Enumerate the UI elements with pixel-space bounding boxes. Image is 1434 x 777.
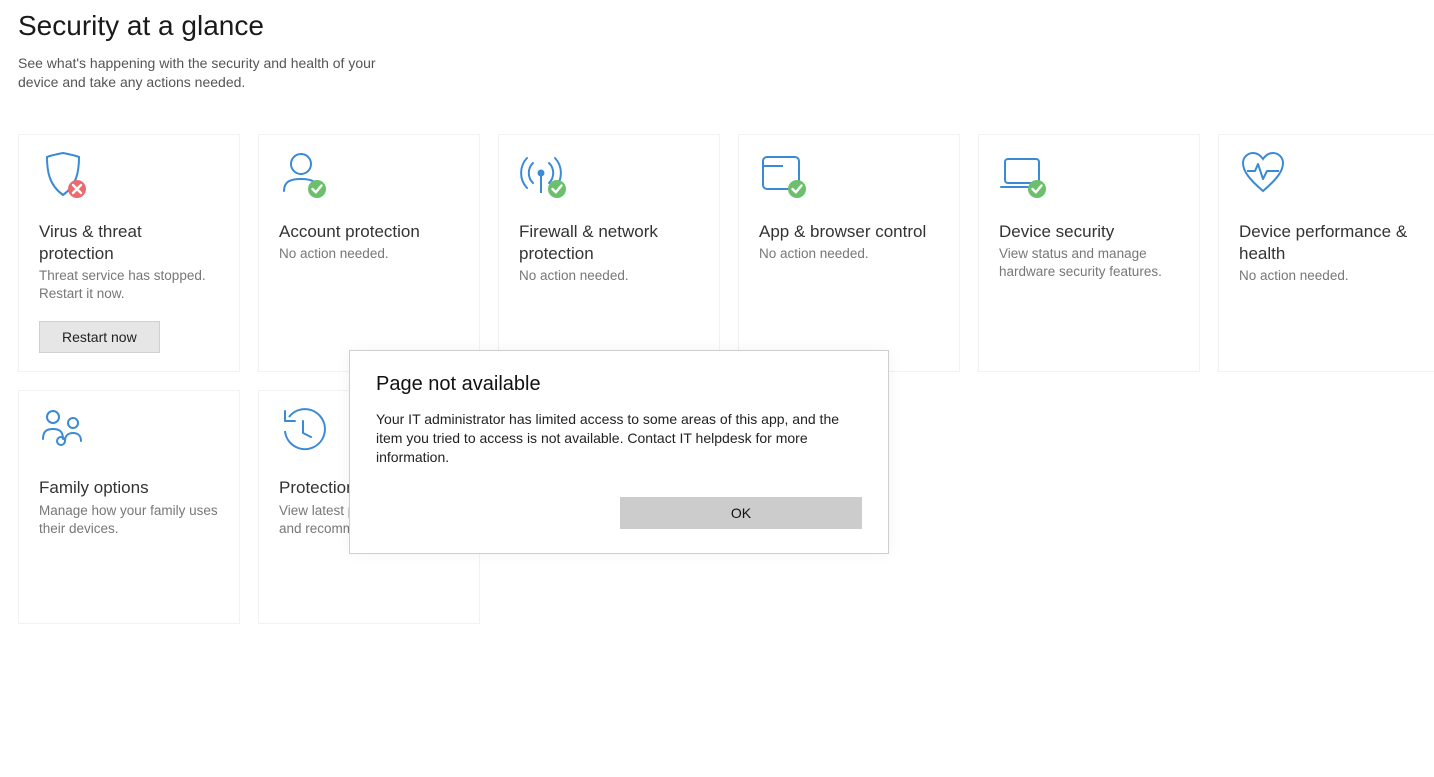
ok-button[interactable]: OK [620,497,862,529]
page-subtitle: See what's happening with the security a… [18,54,398,92]
restart-now-button[interactable]: Restart now [39,321,160,353]
card-title: Firewall & network protection [519,221,699,265]
card-desc: Manage how your family uses their device… [39,502,219,538]
card-title: Device security [999,221,1179,243]
card-title: Family options [39,477,219,499]
account-icon [279,153,339,201]
card-virus-threat[interactable]: Virus & threat protection Threat service… [18,134,240,373]
laptop-icon [999,153,1059,201]
card-desc: No action needed. [279,245,459,263]
card-device-performance[interactable]: Device performance & health No action ne… [1218,134,1434,373]
card-device-security[interactable]: Device security View status and manage h… [978,134,1200,373]
card-desc: No action needed. [519,267,699,285]
card-title: Device performance & health [1239,221,1419,265]
history-icon [279,409,339,457]
card-firewall-network[interactable]: Firewall & network protection No action … [498,134,720,373]
card-title: Virus & threat protection [39,221,219,265]
card-desc: No action needed. [1239,267,1419,285]
card-title: App & browser control [759,221,939,243]
antenna-icon [519,153,579,201]
shield-icon [39,153,99,201]
card-desc: Threat service has stopped. Restart it n… [39,267,219,303]
dialog-title: Page not available [376,373,862,396]
family-icon [39,409,99,457]
dialog-body: Your IT administrator has limited access… [376,410,862,467]
card-desc: View status and manage hardware security… [999,245,1179,281]
card-desc: No action needed. [759,245,939,263]
card-account-protection[interactable]: Account protection No action needed. [258,134,480,373]
browser-icon [759,153,819,201]
card-app-browser[interactable]: App & browser control No action needed. [738,134,960,373]
page-title: Security at a glance [18,10,1416,42]
card-family-options[interactable]: Family options Manage how your family us… [18,390,240,624]
heart-pulse-icon [1239,153,1299,201]
page-not-available-dialog: Page not available Your IT administrator… [349,350,889,554]
card-title: Account protection [279,221,459,243]
